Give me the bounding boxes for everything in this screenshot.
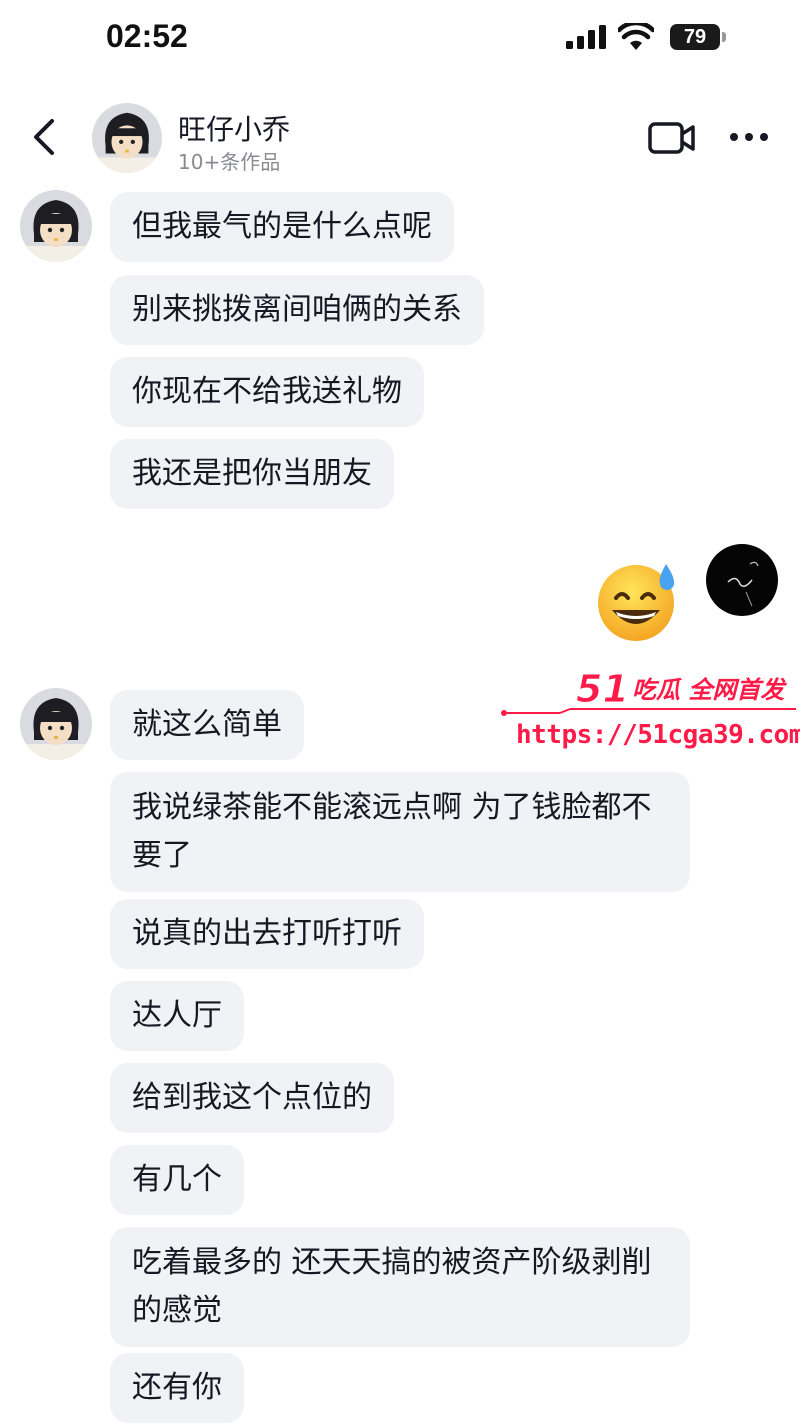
sweat-smile-emoji-icon[interactable]	[594, 558, 680, 644]
chat-screen: 02:52 79 旺仔小乔 10+条作品 但我最气的是什么点呢 别来挑拨离间咱俩…	[0, 0, 800, 1426]
message-bubble[interactable]: 给到我这个点位的	[110, 1063, 394, 1133]
message-bubble[interactable]: 还有你	[110, 1353, 244, 1423]
message-bubble[interactable]: 我说绿茶能不能滚远点啊 为了钱脸都不要了	[110, 772, 690, 892]
my-avatar[interactable]	[706, 544, 778, 616]
contact-avatar[interactable]	[92, 103, 162, 173]
my-avatar-graphic	[727, 561, 759, 607]
message-bubble[interactable]: 达人厅	[110, 981, 244, 1051]
message-avatar[interactable]	[20, 190, 92, 262]
watermark-logo-text: 吃瓜 全网首发	[632, 676, 787, 704]
cellular-signal-icon	[566, 25, 606, 49]
message-bubble[interactable]: 吃着最多的 还天天搞的被资产阶级剥削的感觉	[110, 1227, 690, 1347]
watermark-circuit-line	[501, 708, 796, 716]
message-bubble[interactable]: 我还是把你当朋友	[110, 439, 394, 509]
status-time: 02:52	[106, 18, 188, 54]
contact-name[interactable]: 旺仔小乔	[178, 108, 290, 148]
watermark-logo-number: 51	[576, 667, 629, 710]
message-bubble[interactable]: 别来挑拨离间咱俩的关系	[110, 275, 484, 345]
message-bubble[interactable]: 你现在不给我送礼物	[110, 357, 424, 427]
message-bubble[interactable]: 有几个	[110, 1145, 244, 1215]
message-bubble[interactable]: 就这么简单	[110, 690, 304, 760]
video-call-icon[interactable]	[648, 121, 696, 155]
watermark-logo: 51 吃瓜 全网首发	[576, 667, 788, 711]
back-arrow-icon[interactable]	[30, 117, 58, 157]
message-bubble[interactable]: 说真的出去打听打听	[110, 899, 424, 969]
battery-indicator: 79	[670, 24, 726, 50]
contact-works-count[interactable]: 10+条作品	[178, 146, 280, 175]
watermark-url: https://51cga39.com	[516, 720, 800, 750]
wifi-icon	[618, 23, 654, 50]
message-bubble[interactable]: 但我最气的是什么点呢	[110, 192, 454, 262]
more-options-icon[interactable]	[728, 130, 770, 144]
message-avatar[interactable]	[20, 688, 92, 760]
